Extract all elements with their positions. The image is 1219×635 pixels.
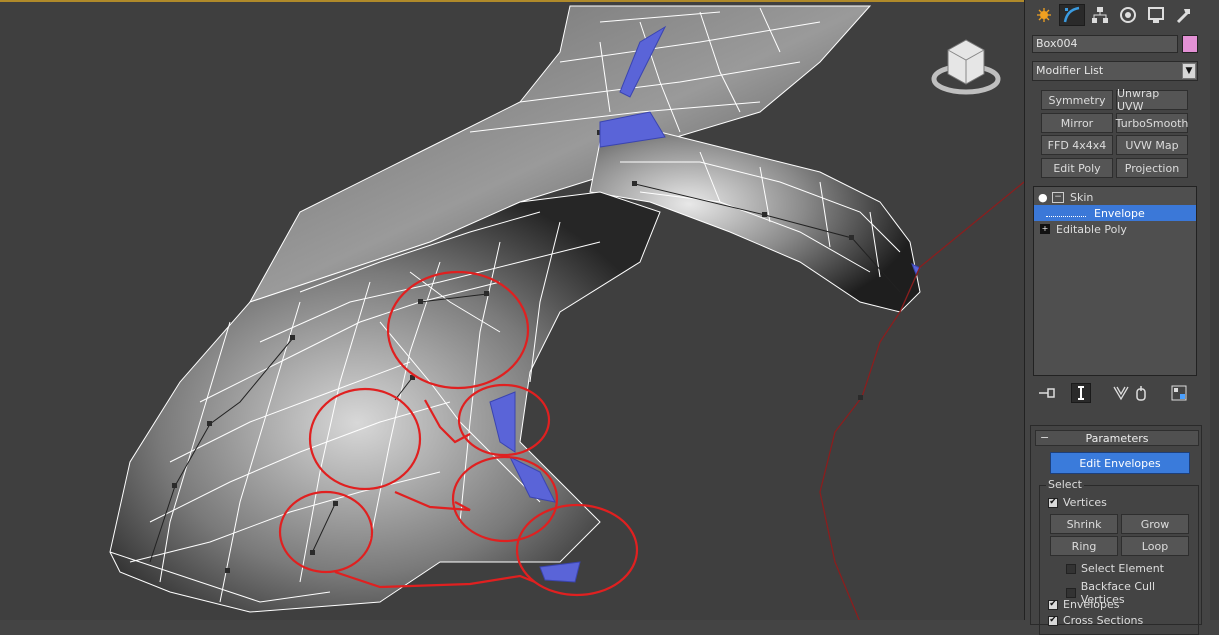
collapse-icon[interactable]: − [1052, 191, 1064, 203]
modifier-button-unwrap-uvw[interactable]: Unwrap UVW [1116, 87, 1188, 113]
tree-line-icon [1046, 210, 1086, 217]
remove-modifier-icon[interactable] [1131, 383, 1151, 403]
stack-item-label: Skin [1070, 190, 1094, 204]
stack-item-label: Envelope [1094, 206, 1145, 220]
modifier-stack[interactable]: ● − Skin Envelope + Editable Poly [1033, 186, 1197, 376]
motion-icon[interactable] [1115, 4, 1141, 26]
hierarchy-icon[interactable] [1087, 4, 1113, 26]
viewport-canvas[interactable] [0, 2, 1024, 620]
rollout-title: Parameters [1085, 431, 1149, 445]
stack-item-label: Editable Poly [1056, 222, 1127, 236]
vertices-checkbox[interactable]: ✔ Vertices [1048, 496, 1107, 509]
show-end-result-icon[interactable] [1071, 383, 1091, 403]
stack-item-skin[interactable]: ● − Skin [1034, 189, 1196, 205]
stack-item-envelope[interactable]: Envelope [1034, 205, 1196, 221]
pin-stack-icon[interactable] [1037, 383, 1057, 403]
checkbox-icon[interactable] [1066, 588, 1076, 598]
select-element-checkbox[interactable]: Select Element [1066, 562, 1164, 575]
stack-item-editable-poly[interactable]: + Editable Poly [1034, 221, 1196, 237]
select-group-label: Select [1046, 478, 1084, 491]
modifier-button-uvw-map[interactable]: UVW Map [1116, 135, 1188, 155]
modifier-button-symmetry[interactable]: Symmetry [1041, 90, 1113, 110]
modifier-button-edit-poly[interactable]: Edit Poly [1041, 158, 1113, 178]
object-name-field[interactable]: Box004 [1032, 35, 1178, 53]
utilities-icon[interactable] [1171, 4, 1197, 26]
command-panel-tabs [1031, 4, 1197, 28]
modify-icon[interactable] [1059, 4, 1085, 26]
parameters-rollout-header[interactable]: − Parameters [1035, 430, 1199, 446]
checkmark-icon[interactable]: ✔ [1048, 615, 1058, 626]
modifier-button-turbosmooth[interactable]: TurboSmooth [1116, 113, 1188, 133]
viewport-perspective[interactable] [0, 0, 1024, 620]
viewcube[interactable] [931, 39, 1001, 95]
cross-sections-label: Cross Sections [1063, 614, 1144, 627]
envelopes-checkbox[interactable]: ✔ Envelopes [1048, 598, 1119, 611]
checkmark-icon[interactable]: ✔ [1048, 599, 1058, 610]
grow-button[interactable]: Grow [1121, 514, 1189, 534]
edit-envelopes-button[interactable]: Edit Envelopes [1050, 452, 1190, 474]
object-color-swatch[interactable] [1182, 35, 1198, 53]
modifier-list-dropdown[interactable]: Modifier List ▼ [1032, 61, 1198, 81]
configure-modifier-sets-icon[interactable] [1169, 383, 1189, 403]
stack-toolbar [1031, 383, 1201, 403]
expand-icon[interactable]: + [1040, 224, 1050, 234]
command-panel: Box004 Modifier List ▼ Symmetry Unwrap U… [1024, 0, 1219, 635]
make-unique-icon[interactable] [1111, 383, 1131, 403]
loop-button[interactable]: Loop [1121, 536, 1189, 556]
cross-sections-checkbox[interactable]: ✔ Cross Sections [1048, 614, 1143, 627]
create-icon[interactable] [1031, 4, 1057, 26]
lightbulb-icon[interactable]: ● [1038, 191, 1052, 204]
shrink-button[interactable]: Shrink [1050, 514, 1118, 534]
modifier-list-label: Modifier List [1036, 64, 1104, 77]
modifier-button-projection[interactable]: Projection [1116, 158, 1188, 178]
checkmark-icon[interactable]: ✔ [1048, 497, 1058, 508]
checkbox-icon[interactable] [1066, 563, 1076, 574]
chevron-down-icon[interactable]: ▼ [1182, 63, 1196, 79]
modifier-button-mirror[interactable]: Mirror [1041, 113, 1113, 133]
parameters-rollout: − Parameters Edit Envelopes Select ✔ Ver… [1030, 425, 1202, 635]
envelopes-label: Envelopes [1063, 598, 1120, 611]
select-element-label: Select Element [1081, 562, 1164, 575]
ring-button[interactable]: Ring [1050, 536, 1118, 556]
panel-scrollbar[interactable] [1210, 40, 1219, 620]
vertices-label: Vertices [1063, 496, 1107, 509]
display-icon[interactable] [1143, 4, 1169, 26]
modifier-button-ffd[interactable]: FFD 4x4x4 [1041, 135, 1113, 155]
select-group: Select ✔ Vertices Shrink Grow Ring Loop … [1039, 478, 1199, 635]
collapse-icon[interactable]: − [1040, 431, 1049, 444]
